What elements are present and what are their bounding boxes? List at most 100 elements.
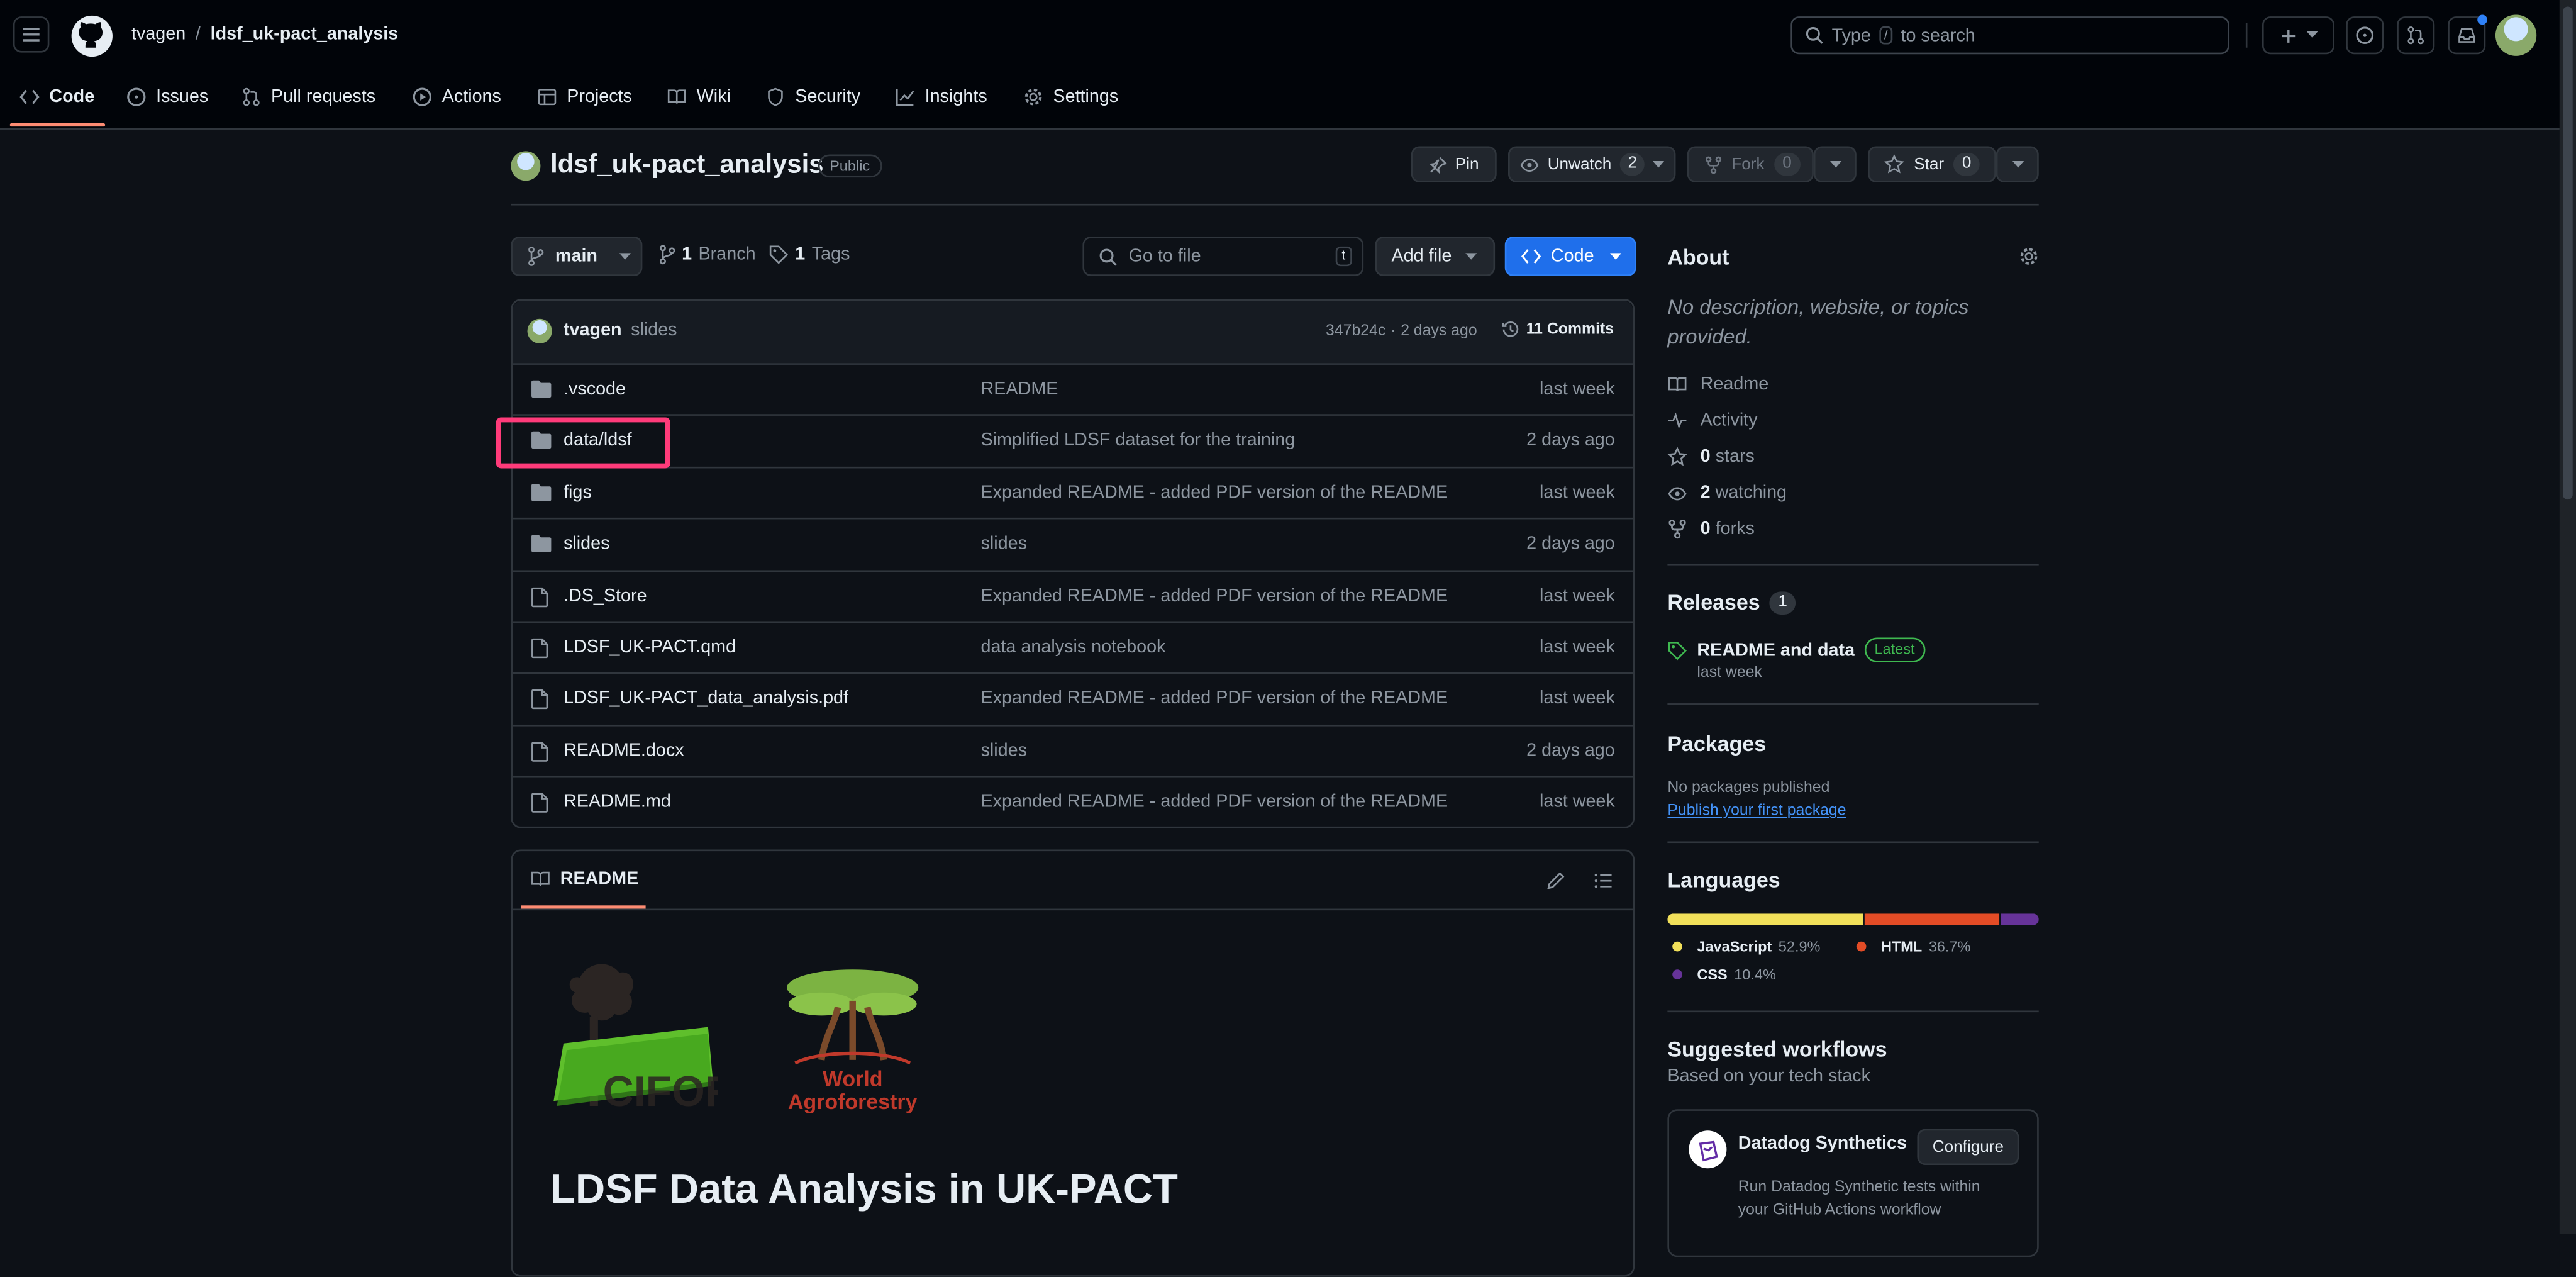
github-logo-icon[interactable] [70,15,113,58]
menu-button[interactable] [13,16,50,53]
file-row[interactable]: README.md Expanded README - added PDF ver… [511,776,1635,828]
code-icon [19,89,40,104]
release-date: last week [1697,664,1762,683]
tab-issues[interactable]: Issues [126,82,208,112]
activity-link[interactable]: Activity [1667,411,1758,430]
file-name-link[interactable]: figs [564,482,592,502]
language-bar-segment[interactable] [2000,913,2039,925]
language-legend-item[interactable]: HTML 36.7% [1856,939,1970,955]
file-row[interactable]: slides slides 2 days ago [511,518,1635,569]
tab-actions[interactable]: Actions [413,82,501,112]
branch-selector[interactable]: main [511,237,643,276]
readme-tab[interactable]: README [531,869,638,889]
commit-age: 2 days ago [1401,321,1477,340]
global-search[interactable]: Type / to search [1790,16,2229,55]
gear-icon [1024,88,1042,106]
file-row[interactable]: .DS_Store Expanded README - added PDF ver… [511,569,1635,620]
file-commit-message[interactable]: Simplified LDSF dataset for the training [980,431,1295,450]
file-row[interactable]: README.docx slides 2 days ago [511,724,1635,775]
commits-link[interactable]: 11 Commits [1502,320,1614,338]
packages-title[interactable]: Packages [1667,731,1766,756]
file-name-link[interactable]: slides [564,534,609,554]
file-date: 2 days ago [1526,740,1615,761]
create-new-button[interactable] [2262,16,2334,55]
readme-link-label: Readme [1700,374,1769,394]
go-to-file-key-hint: t [1335,246,1352,267]
forks-link[interactable]: 0 forks [1667,519,1755,539]
readme-header-divider [513,908,1633,911]
language-dot [1672,969,1682,979]
pull-request-icon [2407,26,2424,45]
pull-requests-shortcut-button[interactable] [2397,16,2435,55]
file-commit-message[interactable]: Expanded README - added PDF version of t… [980,689,1448,709]
file-name-link[interactable]: README.md [564,793,671,812]
gear-icon[interactable] [2019,247,2038,266]
file-commit-message[interactable]: Expanded README - added PDF version of t… [980,586,1448,605]
star-list-button[interactable] [1996,146,2039,182]
file-commit-message[interactable]: slides [980,741,1026,761]
pin-button[interactable]: Pin [1411,146,1497,182]
tab-settings[interactable]: Settings [1023,82,1118,112]
latest-release[interactable]: README and data Latest [1697,637,1925,662]
language-legend-item[interactable]: JavaScript 52.9% [1672,939,1820,955]
owner-link[interactable]: tvagen [131,25,186,44]
tab-pull-requests[interactable]: Pull requests [242,82,375,112]
code-button[interactable]: Code [1504,237,1636,276]
file-name-link[interactable]: README.docx [564,741,684,761]
tab-security[interactable]: Security [765,82,860,112]
file-commit-message[interactable]: data analysis notebook [980,638,1165,657]
file-row[interactable]: LDSF_UK-PACT.qmd data analysis notebook la… [511,621,1635,672]
branches-link[interactable]: 1 Branch [658,245,756,265]
fork-button[interactable]: Fork 0 [1687,146,1814,182]
language-bar-segment[interactable] [1667,913,1862,925]
language-bar-segment[interactable] [1863,913,1999,925]
repo-title[interactable]: ldsf_uk-pact_analysis [550,151,823,181]
publish-package-link[interactable]: Publish your first package [1667,802,1846,820]
pull-request-icon [243,87,260,106]
user-avatar[interactable] [2495,14,2537,56]
file-row[interactable]: LDSF_UK-PACT_data_analysis.pdf Expanded R… [511,672,1635,723]
star-button[interactable]: Star 0 [1868,146,1996,182]
issues-shortcut-button[interactable] [2346,16,2384,55]
file-commit-message[interactable]: slides [980,534,1026,554]
go-to-file-input[interactable]: Go to file t [1082,237,1364,276]
file-row[interactable]: figs Expanded README - added PDF version … [511,466,1635,517]
file-row[interactable]: .vscode README last week [511,363,1635,414]
releases-title[interactable]: Releases 1 [1667,590,1796,615]
tab-wiki[interactable]: Wiki [667,82,731,112]
tab-code[interactable]: Code [19,82,94,112]
readme-link[interactable]: Readme [1667,375,1768,394]
fork-menu-button[interactable] [1813,146,1857,182]
workflow-description-line: your GitHub Actions workflow [1738,1201,1941,1220]
triangle-down-icon [2011,160,2023,167]
scrollbar-thumb[interactable] [2563,6,2573,500]
file-name-link[interactable]: .DS_Store [564,586,647,605]
commit-hash[interactable]: 347b24c [1326,322,1385,340]
page-scrollbar[interactable] [2559,0,2576,1234]
play-icon [413,87,431,106]
pencil-icon[interactable] [1546,871,1565,890]
add-file-button[interactable]: Add file [1375,237,1496,276]
file-commit-message[interactable]: README [980,379,1058,399]
tags-link[interactable]: 1 Tags [769,245,850,265]
tab-projects[interactable]: Projects [537,82,632,112]
file-name-link[interactable]: LDSF_UK-PACT_data_analysis.pdf [564,689,848,709]
repo-link[interactable]: ldsf_uk-pact_analysis [211,25,399,44]
unwatch-button[interactable]: Unwatch 2 [1507,146,1676,182]
language-legend-item[interactable]: CSS 10.4% [1672,966,1776,983]
file-row[interactable]: data/ldsf Simplified LDSF dataset for the… [511,415,1635,466]
list-icon[interactable] [1594,871,1613,890]
file-commit-message[interactable]: Expanded README - added PDF version of t… [980,482,1448,502]
commit-message[interactable]: slides [631,320,677,340]
file-name-link[interactable]: LDSF_UK-PACT.qmd [564,638,736,657]
configure-button[interactable]: Configure [1917,1129,2019,1166]
watching-link[interactable]: 2 watching [1667,483,1787,503]
commit-author[interactable]: tvagen [564,320,622,340]
configure-label: Configure [1932,1137,2004,1156]
release-name: README and data [1697,640,1855,660]
stars-link[interactable]: 0 stars [1667,447,1755,467]
workflows-subtitle: Based on your tech stack [1667,1066,1871,1086]
file-name-link[interactable]: .vscode [564,379,626,399]
tab-insights[interactable]: Insights [896,82,987,112]
file-commit-message[interactable]: Expanded README - added PDF version of t… [980,793,1448,812]
